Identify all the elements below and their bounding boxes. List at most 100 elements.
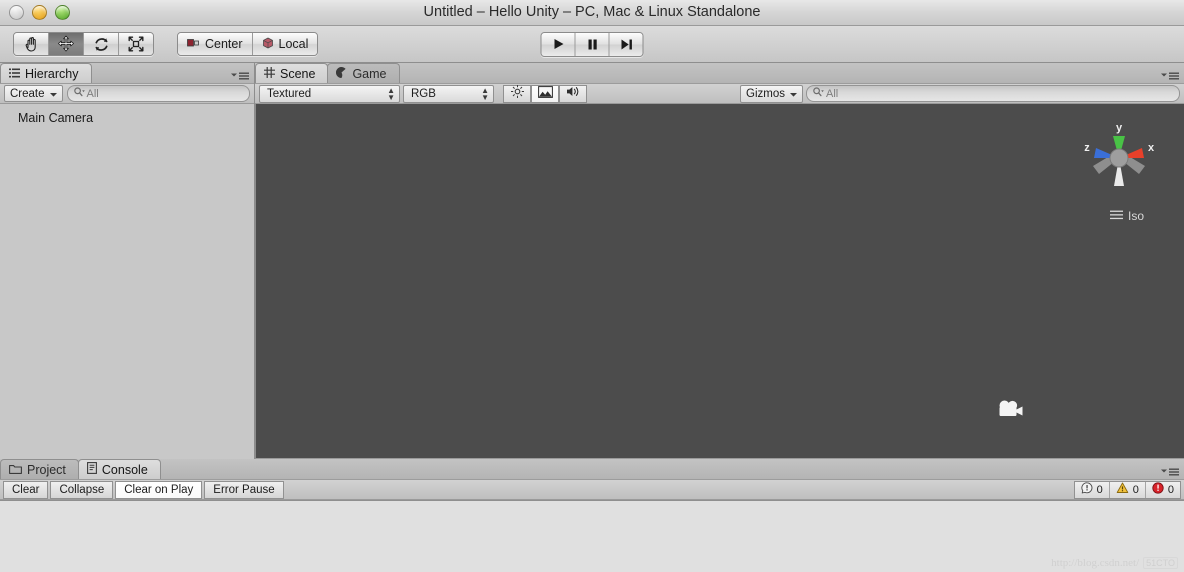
- collapse-button[interactable]: Collapse: [50, 480, 114, 499]
- pivot-center-icon: [187, 37, 200, 51]
- iso-label: Iso: [1127, 209, 1144, 223]
- warning-icon: [1116, 482, 1129, 497]
- error-icon: [1152, 482, 1164, 497]
- pause-button[interactable]: [575, 32, 610, 56]
- sun-icon: [510, 84, 524, 103]
- local-cube-icon: [262, 37, 274, 52]
- hierarchy-tabrow: Hierarchy: [0, 63, 254, 83]
- svg-text:x: x: [1148, 142, 1155, 154]
- log-count-value: 0: [1096, 483, 1103, 496]
- scene-view-mode[interactable]: Iso: [1109, 209, 1144, 223]
- hierarchy-search-input[interactable]: All: [66, 85, 250, 102]
- watermark: http://blog.csdn.net/ 51CTO: [1051, 557, 1178, 569]
- error-count[interactable]: 0: [1146, 482, 1180, 498]
- draw-mode-label: Textured: [267, 87, 312, 100]
- iso-menu-icon: [1109, 209, 1123, 223]
- hierarchy-panel: Hierarchy Create All Main Camera: [0, 63, 255, 459]
- error-pause-button-label: Error Pause: [213, 483, 275, 496]
- console-panel: Project Console Clear Collapse Clear on …: [0, 459, 1184, 572]
- lighting-toggle[interactable]: [503, 84, 531, 103]
- speaker-icon: [566, 85, 581, 103]
- create-button-label: Create: [10, 87, 45, 100]
- scene-search-placeholder: All: [826, 87, 839, 100]
- scene-search-input[interactable]: All: [806, 85, 1180, 102]
- search-icon: [73, 87, 85, 100]
- rotate-tool[interactable]: [84, 33, 119, 55]
- console-message-list[interactable]: http://blog.csdn.net/ 51CTO: [0, 500, 1184, 572]
- move-tool[interactable]: [49, 33, 84, 55]
- image-icon: [537, 85, 553, 103]
- error-pause-button[interactable]: Error Pause: [204, 480, 284, 499]
- editor-workspace: Hierarchy Create All Main Camera Scene G…: [0, 63, 1184, 459]
- pivot-toggle-group: Center Local: [177, 32, 319, 56]
- skybox-toggle[interactable]: [531, 84, 559, 103]
- pivot-center-label: Center: [205, 37, 243, 51]
- collapse-button-label: Collapse: [59, 483, 105, 496]
- tab-game[interactable]: Game: [327, 63, 400, 83]
- window-title: Untitled – Hello Unity – PC, Mac & Linux…: [423, 4, 761, 20]
- scene-view-toolbar: Textured ▲ ▼ RGB ▲ ▼ Gizmos All: [255, 83, 1184, 104]
- game-icon: [336, 66, 347, 81]
- watermark-url: http://blog.csdn.net/: [1051, 557, 1140, 569]
- tab-console-label: Console: [101, 462, 148, 477]
- audio-toggle[interactable]: [559, 84, 587, 103]
- step-button[interactable]: [609, 32, 643, 56]
- create-button[interactable]: Create: [4, 85, 63, 102]
- gizmos-label: Gizmos: [746, 87, 785, 100]
- tab-hierarchy[interactable]: Hierarchy: [0, 63, 92, 83]
- pivot-center-button[interactable]: Center: [178, 33, 253, 55]
- svg-text:z: z: [1084, 142, 1090, 154]
- tab-project-label: Project: [27, 462, 66, 477]
- tab-project[interactable]: Project: [0, 459, 79, 479]
- play-button[interactable]: [541, 32, 576, 56]
- unity-editor-window: Untitled – Hello Unity – PC, Mac & Linux…: [0, 0, 1184, 572]
- error-count-value: 0: [1167, 483, 1174, 496]
- console-toolbar: Clear Collapse Clear on Play Error Pause: [0, 479, 1184, 500]
- stepper-icon: ▲ ▼: [387, 85, 395, 102]
- scene-panel: Scene Game Textured ▲ ▼ RGB ▲ ▼ Gizmos A…: [255, 63, 1184, 459]
- search-icon: [813, 87, 824, 100]
- console-counters: 0 0 0: [1073, 480, 1181, 499]
- watermark-badge: 51CTO: [1143, 557, 1178, 569]
- hierarchy-panel-menu[interactable]: [230, 71, 250, 81]
- chevron-down-icon: [49, 88, 57, 100]
- transform-tools-group: [13, 32, 154, 56]
- pivot-rotation-label: Local: [278, 37, 309, 51]
- pivot-rotation-button[interactable]: Local: [252, 33, 318, 55]
- scene-grid-icon: [264, 66, 275, 81]
- scene-viewport[interactable]: y x z Iso: [255, 104, 1184, 459]
- warning-count-value: 0: [1132, 483, 1139, 496]
- clear-on-play-button[interactable]: Clear on Play: [115, 480, 203, 499]
- tab-scene-label: Scene: [280, 66, 316, 81]
- console-panel-menu[interactable]: [1160, 467, 1180, 477]
- hierarchy-search-placeholder: All: [86, 87, 99, 100]
- scene-tabrow: Scene Game: [255, 63, 1184, 83]
- clear-button[interactable]: Clear: [3, 480, 49, 499]
- hierarchy-icon: [9, 67, 20, 81]
- log-count[interactable]: 0: [1075, 481, 1110, 498]
- color-mode-dropdown[interactable]: RGB ▲ ▼: [403, 84, 494, 103]
- warning-count[interactable]: 0: [1110, 481, 1146, 498]
- folder-icon: [9, 463, 22, 477]
- tab-hierarchy-label: Hierarchy: [25, 66, 79, 81]
- scene-axis-gizmo[interactable]: y x z: [1076, 112, 1162, 209]
- info-icon: [1081, 482, 1093, 497]
- console-tabrow: Project Console: [0, 459, 1184, 479]
- clear-on-play-button-label: Clear on Play: [124, 483, 194, 496]
- hierarchy-tree[interactable]: Main Camera: [0, 104, 254, 459]
- chevron-down-icon: [790, 88, 797, 100]
- svg-text:y: y: [1116, 122, 1123, 134]
- color-mode-label: RGB: [411, 87, 436, 100]
- window-titlebar: Untitled – Hello Unity – PC, Mac & Linux…: [0, 0, 1184, 26]
- tab-scene[interactable]: Scene: [255, 63, 329, 83]
- gizmos-dropdown[interactable]: Gizmos: [740, 84, 803, 103]
- hierarchy-item-label: Main Camera: [18, 111, 94, 125]
- scale-tool[interactable]: [119, 33, 153, 55]
- scene-panel-menu[interactable]: [1160, 71, 1180, 81]
- draw-mode-dropdown[interactable]: Textured ▲ ▼: [259, 84, 400, 103]
- clear-button-label: Clear: [12, 483, 40, 496]
- tab-console[interactable]: Console: [77, 459, 161, 479]
- hand-tool[interactable]: [14, 33, 49, 55]
- camera-gizmo[interactable]: [996, 399, 1026, 426]
- hierarchy-item-main-camera[interactable]: Main Camera: [0, 110, 254, 127]
